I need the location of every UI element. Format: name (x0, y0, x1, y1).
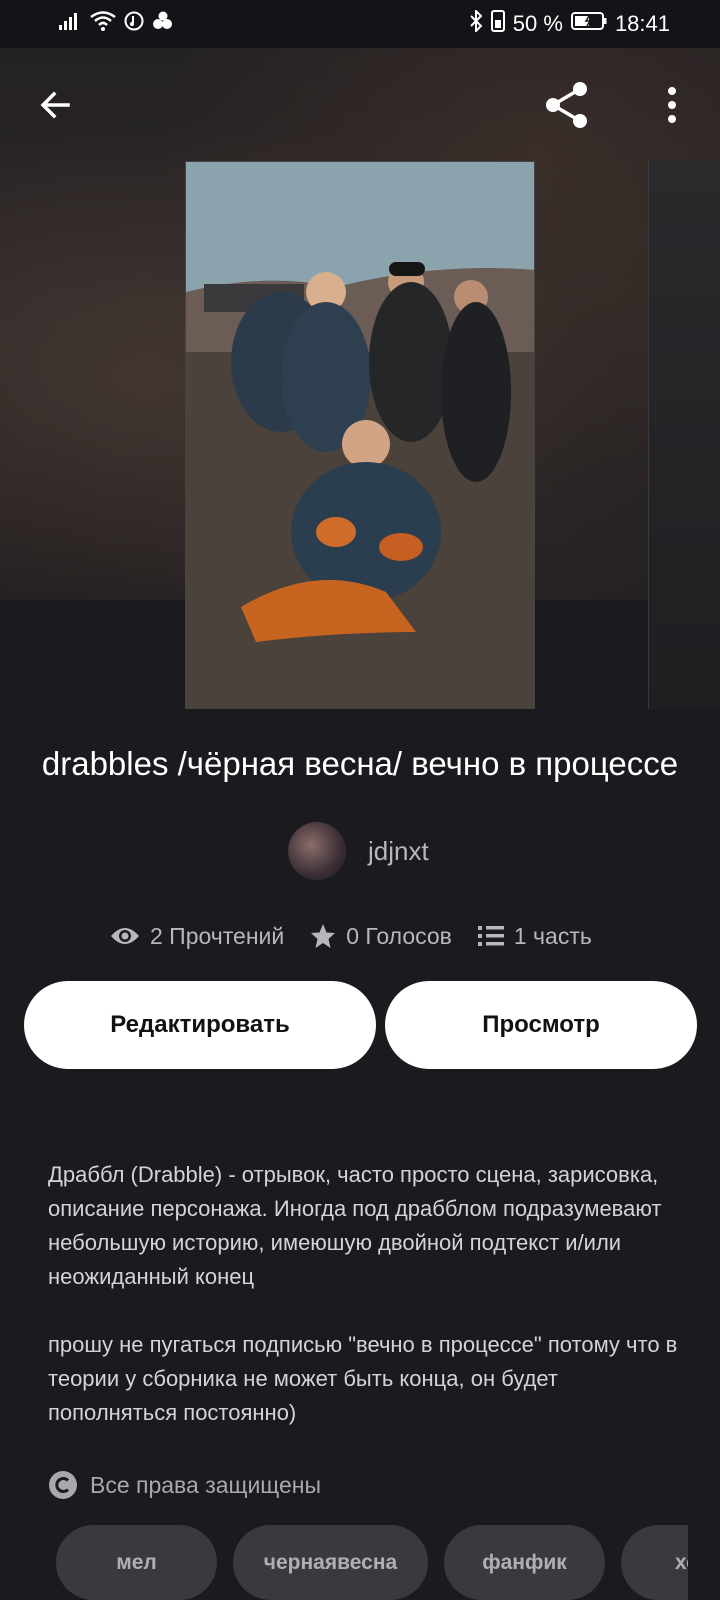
parts-stat: 1 часть (477, 922, 592, 950)
sim-icon (490, 10, 505, 38)
description-paragraph: прошу не пугаться подписью "вечно в проц… (48, 1332, 678, 1425)
status-left (58, 11, 174, 37)
tag-list: мел чернаявесна фанфик хе (56, 1525, 688, 1600)
edit-button[interactable]: Редактировать (24, 981, 376, 1069)
author-link[interactable]: jdjnxt (288, 822, 429, 880)
votes-count: 0 Голосов (346, 922, 452, 949)
next-story-cover[interactable] (648, 161, 720, 709)
music-icon (124, 11, 144, 37)
view-button[interactable]: Просмотр (385, 981, 697, 1069)
arrow-left-icon (40, 91, 70, 119)
story-stats: 2 Прочтений 0 Голосов 1 часть (110, 918, 592, 954)
story-description: Драббл (Drabble) - отрывок, часто просто… (48, 1158, 688, 1464)
star-icon (311, 924, 336, 948)
bluetooth-icon (469, 8, 483, 38)
signal-icon (58, 11, 82, 37)
status-bar: 50 % 18:41 (0, 0, 720, 48)
tag-chip[interactable]: мел (56, 1525, 217, 1600)
tag-chip[interactable]: фанфик (444, 1525, 605, 1600)
story-title: drabbles /чёрная весна/ вечно в процессе (41, 745, 679, 782)
cover-photo-illustration (186, 162, 534, 708)
share-icon (546, 82, 587, 128)
copyright-icon (49, 1471, 77, 1499)
tag-chip[interactable]: хе (621, 1525, 688, 1600)
parts-count: 1 часть (513, 922, 592, 949)
wifi-icon (90, 11, 116, 37)
list-icon (477, 926, 504, 946)
share-button[interactable] (537, 75, 597, 135)
author-name[interactable]: jdjnxt (368, 836, 429, 867)
copyright-label: Все права защищены (90, 1471, 321, 1498)
more-vertical-icon (668, 87, 676, 123)
battery-icon (570, 11, 607, 37)
reads-count: 2 Прочтений (150, 922, 285, 949)
status-right: 50 % 18:41 (469, 8, 670, 38)
tag-chip[interactable]: чернаявесна (233, 1525, 428, 1600)
eye-icon (111, 928, 139, 944)
app-notification-icon (152, 11, 174, 37)
back-button[interactable] (26, 75, 86, 135)
reads-stat: 2 Прочтений (110, 923, 284, 950)
copyright-info: Все права защищены (48, 1470, 321, 1500)
description-paragraph: Драббл (Drabble) - отрывок, часто просто… (48, 1162, 662, 1289)
more-options-button[interactable] (642, 75, 702, 135)
votes-stat: 0 Голосов (310, 923, 452, 950)
battery-percentage: 50 % (512, 11, 563, 36)
clock: 18:41 (614, 11, 670, 36)
author-avatar[interactable] (288, 822, 346, 880)
story-cover-image[interactable] (185, 161, 535, 709)
